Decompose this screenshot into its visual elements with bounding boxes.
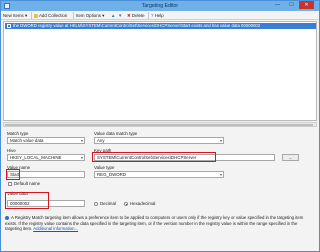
info-icon xyxy=(5,215,9,220)
horizontal-scrollbar[interactable] xyxy=(3,122,317,127)
match-type-select[interactable]: Match value data ▾ xyxy=(7,137,85,144)
toolbar-separator xyxy=(148,12,149,19)
decimal-label: Decimal xyxy=(100,201,116,206)
close-button[interactable]: ✕ xyxy=(299,1,314,9)
move-down-button[interactable]: ▼ xyxy=(118,12,122,19)
help-label: Help xyxy=(154,13,164,18)
hexadecimal-radio[interactable] xyxy=(124,202,128,206)
new-items-label: New Items xyxy=(3,13,24,18)
add-collection-label: Add Collection xyxy=(39,13,68,18)
targeting-items-list[interactable]: the DWORD registry value at HKLM\SYSTEM\… xyxy=(3,21,317,121)
move-up-button[interactable]: ▲ xyxy=(111,12,115,19)
item-options-button[interactable]: Item Options ▾ xyxy=(76,12,104,19)
dropdown-icon: ▾ xyxy=(102,13,105,18)
help-button[interactable]: ? Help xyxy=(151,12,164,19)
value-type-label: Value type xyxy=(94,165,115,170)
chevron-down-icon: ▾ xyxy=(219,138,222,143)
match-type-label: Match type xyxy=(7,131,29,136)
maximize-button[interactable]: ☐ xyxy=(286,1,297,9)
additional-information-link[interactable]: Additional information... xyxy=(33,226,78,231)
arrow-up-icon: ▲ xyxy=(111,13,116,18)
value-name-highlight xyxy=(6,169,20,180)
chevron-down-icon: ▾ xyxy=(80,138,83,143)
add-collection-button[interactable]: Add Collection xyxy=(34,12,67,19)
value-data-match-type-value: Any xyxy=(97,138,105,143)
toolbar: New Items ▾ Add Collection Item Options … xyxy=(1,11,319,20)
chevron-down-icon: ▾ xyxy=(219,172,222,177)
toolbar-separator xyxy=(31,12,32,19)
value-data-highlight xyxy=(5,192,49,209)
value-type-value: REG_DWORD xyxy=(97,172,127,177)
decimal-radio[interactable] xyxy=(94,202,98,206)
toolbar-separator xyxy=(73,12,74,19)
chevron-down-icon: ▾ xyxy=(80,155,83,160)
value-data-match-type-label: Value data match type xyxy=(94,131,138,136)
browse-button[interactable]: ... xyxy=(282,154,299,161)
new-items-button[interactable]: New Items ▾ xyxy=(3,12,27,19)
delete-label: Delete xyxy=(131,13,145,18)
hexadecimal-label: Hexadecimal xyxy=(130,201,156,206)
match-type-value: Match value data xyxy=(10,138,44,143)
delete-button[interactable]: ✖ Delete xyxy=(127,12,145,19)
default-name-label: Default name xyxy=(14,181,41,186)
title-bar: Targeting Editor — ☐ ✕ xyxy=(1,1,319,11)
list-item[interactable]: the DWORD registry value at HKLM\SYSTEM\… xyxy=(5,23,316,29)
hive-label: Hive xyxy=(7,148,16,153)
minimize-button[interactable]: — xyxy=(272,1,283,9)
arrow-down-icon: ▼ xyxy=(118,13,123,18)
item-options-label: Item Options xyxy=(76,13,101,18)
default-name-checkbox[interactable] xyxy=(8,182,12,186)
hive-select[interactable]: HKEY_LOCAL_MACHINE ▾ xyxy=(7,154,85,161)
delete-icon: ✖ xyxy=(127,13,131,18)
folder-icon xyxy=(34,13,38,18)
hive-value: HKEY_LOCAL_MACHINE xyxy=(10,155,62,160)
value-type-select[interactable]: REG_DWORD ▾ xyxy=(94,171,224,178)
scrollbar-thumb[interactable] xyxy=(5,124,313,126)
info-panel: A Registry Match targeting item allows a… xyxy=(5,215,315,232)
help-icon: ? xyxy=(151,13,154,18)
targeting-editor-window: Targeting Editor — ☐ ✕ New Items ▾ Add C… xyxy=(0,0,320,252)
value-data-match-type-select[interactable]: Any ▾ xyxy=(94,137,224,144)
key-path-highlight xyxy=(92,152,216,162)
dropdown-icon: ▾ xyxy=(24,13,28,18)
rule-text: the DWORD registry value at HKLM\SYSTEM\… xyxy=(13,23,261,28)
registry-match-icon xyxy=(7,23,11,28)
